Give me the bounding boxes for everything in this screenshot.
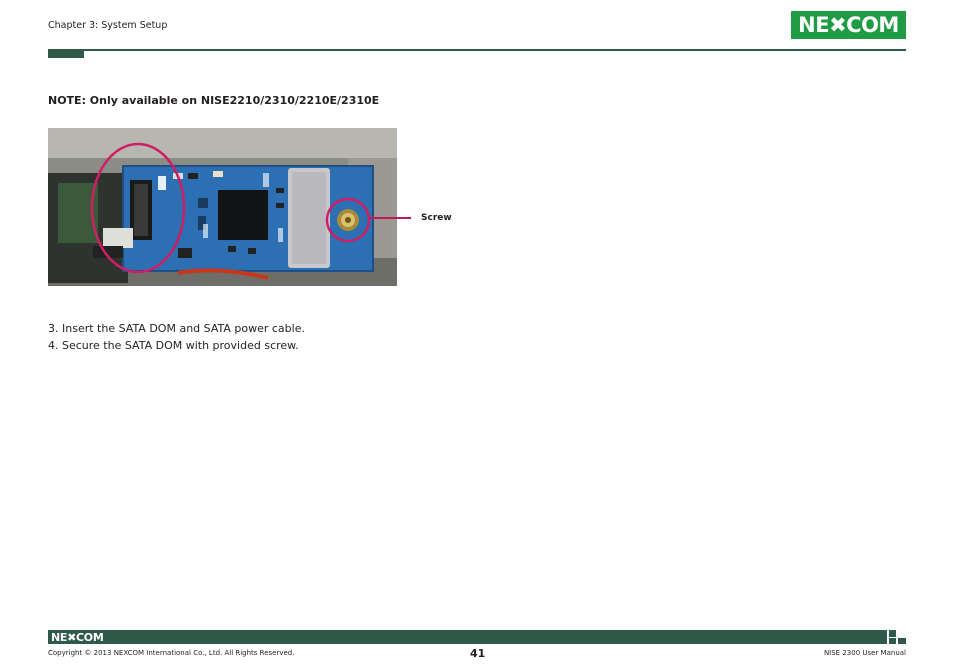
footer-bar — [48, 630, 887, 644]
step-4: 4. Secure the SATA DOM with provided scr… — [48, 338, 299, 352]
page-number: 41 — [470, 647, 486, 660]
callout-line — [369, 217, 411, 219]
nexcom-logo: NE✖COM — [791, 11, 906, 39]
step-3: 3. Insert the SATA DOM and SATA power ca… — [48, 322, 305, 335]
sata-dom-photo — [48, 128, 397, 286]
callout-label-screw: Screw — [421, 213, 452, 223]
footer-copyright: Copyright © 2013 NEXCOM International Co… — [48, 649, 295, 657]
footer-squares-icon — [889, 630, 906, 644]
header-rule — [48, 49, 906, 51]
nexcom-logo-text: NE✖COM — [798, 13, 899, 37]
footer-manual-title: NISE 2300 User Manual — [823, 649, 906, 657]
note-heading: NOTE: Only available on NISE2210/2310/22… — [48, 94, 380, 107]
header-tab — [48, 49, 84, 58]
instruction-steps: 3. Insert the SATA DOM and SATA power ca… — [48, 321, 305, 354]
header-chapter: Chapter 3: System Setup — [48, 20, 168, 31]
footer-logo: NE✖COM — [51, 631, 104, 644]
